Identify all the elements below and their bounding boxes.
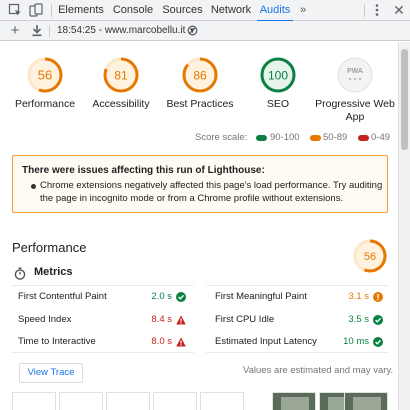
pwa-badge-icon: PWA — [337, 57, 373, 93]
scrollbar-thumb[interactable] — [401, 49, 408, 150]
tab-console[interactable]: Console — [110, 0, 156, 21]
gauge-pwa[interactable]: PWA Progressive Web App — [311, 56, 398, 124]
scale-pill-green — [256, 135, 267, 141]
average-info-icon — [373, 292, 383, 302]
gauge-accessibility[interactable]: 81 Accessibility — [76, 56, 166, 111]
metric-row: First Meaningful Paint 3.1 s — [215, 287, 385, 307]
screenshot-filmstrip — [12, 392, 388, 410]
metric-row: Time to Interactive 8.0 s — [18, 332, 188, 352]
toolbar-divider — [49, 25, 50, 37]
tab-audits[interactable]: Audits — [257, 0, 293, 22]
gauge-score: 81 — [114, 69, 128, 83]
score-gauge-icon: 81 — [103, 57, 139, 93]
pass-check-icon — [176, 292, 186, 302]
report-select-label: 18:54:25 - www.marcobellu.it — [57, 25, 186, 36]
lighthouse-report: 56 Performance 81 Accessibility 86 Best … — [0, 42, 398, 410]
metrics-footnote: Values are estimated and may vary. — [243, 365, 394, 376]
device-toolbar-icon[interactable] — [29, 3, 43, 17]
metric-row: Speed Index 8.4 s — [18, 310, 188, 330]
stopwatch-icon — [14, 267, 26, 280]
score-scale-legend: Score scale: 90-100 50-89 0-49 — [0, 131, 398, 145]
metric-row: First Contentful Paint 2.0 s — [18, 287, 188, 307]
metric-value: 3.1 s — [348, 291, 369, 302]
scale-pill-red — [358, 135, 369, 141]
metric-value: 10 ms — [343, 336, 369, 347]
pass-check-icon — [373, 315, 383, 325]
gauge-label: Progressive Web App — [315, 98, 395, 123]
gauge-label: SEO — [266, 98, 290, 110]
metric-label: Estimated Input Latency — [215, 336, 317, 347]
gauge-seo[interactable]: 100 SEO — [233, 56, 323, 111]
category-title: Performance — [12, 240, 87, 255]
new-audit-icon[interactable]: + — [9, 22, 21, 39]
close-devtools-icon[interactable]: ✕ — [392, 2, 406, 18]
filmstrip-frame — [153, 392, 197, 410]
gauge-label: Accessibility — [92, 98, 150, 110]
metric-value: 8.0 s — [151, 336, 172, 347]
tab-network[interactable]: Network — [208, 0, 254, 21]
scale-range-label: 0-49 — [371, 132, 391, 143]
metric-row: Estimated Input Latency 10 ms — [215, 332, 385, 352]
divider — [206, 352, 388, 353]
scale-pill-orange — [310, 135, 321, 141]
filmstrip-frame — [12, 392, 56, 410]
pwa-badge-text: PWA — [347, 68, 363, 75]
run-warnings-box: There were issues affecting this run of … — [12, 155, 388, 213]
warnings-title: There were issues affecting this run of … — [22, 165, 265, 176]
score-gauge-icon: 56 — [27, 57, 63, 93]
toolbar-divider — [51, 4, 52, 17]
metric-value: 3.5 s — [348, 314, 369, 325]
metric-label: First CPU Idle — [215, 314, 275, 325]
metric-label: Time to Interactive — [18, 336, 96, 347]
gauge-score: 100 — [268, 69, 288, 83]
more-menu-icon[interactable] — [375, 3, 379, 17]
metric-label: Speed Index — [18, 314, 72, 325]
metric-value: 2.0 s — [151, 291, 172, 302]
warning-item: Chrome extensions negatively affected th… — [40, 180, 383, 204]
gauge-best-practices[interactable]: 86 Best Practices — [155, 56, 245, 111]
download-report-icon[interactable] — [31, 24, 43, 37]
clear-reports-icon[interactable] — [187, 25, 198, 36]
toolbar-divider — [364, 4, 365, 17]
divider — [12, 352, 194, 353]
tab-sources[interactable]: Sources — [160, 0, 205, 21]
filmstrip-frame — [106, 392, 150, 410]
filmstrip-frame — [200, 392, 244, 410]
fail-warning-icon — [176, 315, 186, 325]
filmstrip-frame — [344, 392, 388, 410]
inspect-element-icon[interactable] — [8, 3, 22, 17]
metric-label: First Contentful Paint — [18, 291, 107, 302]
performance-gauge-icon: 56 — [353, 239, 387, 273]
divider — [206, 285, 388, 286]
fail-warning-icon — [176, 337, 186, 347]
tab-elements[interactable]: Elements — [56, 0, 106, 21]
metric-row: First CPU Idle 3.5 s — [215, 310, 385, 330]
metrics-heading: Metrics — [34, 266, 73, 278]
devtools-tabbar: Elements Console Sources Network Audits … — [0, 0, 410, 22]
more-tabs-button[interactable]: » — [300, 0, 306, 21]
score-gauge-icon: 100 — [260, 57, 296, 93]
bullet-icon — [31, 184, 36, 189]
filmstrip-frame — [272, 392, 316, 410]
pass-check-icon — [373, 337, 383, 347]
score-gauge-icon: 86 — [182, 57, 218, 93]
gauge-label: Best Practices — [166, 98, 234, 110]
view-trace-button[interactable]: View Trace — [19, 363, 83, 383]
audits-toolbar: + 18:54:25 - www.marcobellu.it▼ — [0, 21, 410, 41]
score-scale-label: Score scale: — [195, 132, 248, 143]
gauge-score: 86 — [193, 69, 207, 83]
filmstrip-frame — [59, 392, 103, 410]
report-select[interactable]: 18:54:25 - www.marcobellu.it▼ — [57, 21, 196, 40]
metric-value: 8.4 s — [151, 314, 172, 325]
gauge-score: 56 — [38, 68, 52, 83]
scale-range-label: 90-100 — [270, 132, 300, 143]
performance-score: 56 — [364, 251, 376, 263]
divider — [12, 285, 194, 286]
metric-label: First Meaningful Paint — [215, 291, 307, 302]
scale-range-label: 50-89 — [323, 132, 348, 143]
